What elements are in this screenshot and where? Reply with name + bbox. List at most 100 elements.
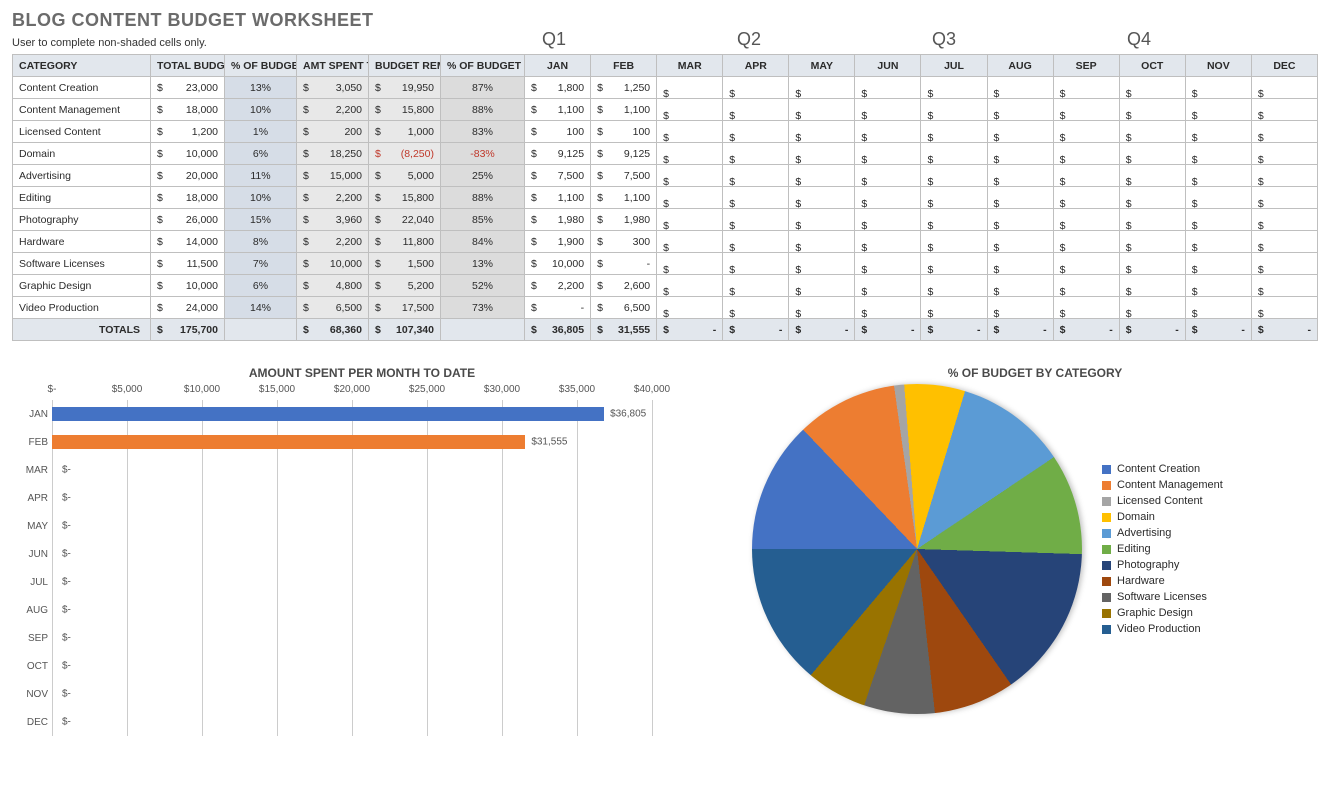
cell-month[interactable]: 100 — [525, 121, 591, 143]
cell-month[interactable] — [1185, 165, 1251, 187]
cell-month[interactable] — [789, 297, 855, 319]
cell-month[interactable]: 300 — [591, 231, 657, 253]
cell-month[interactable]: 1,100 — [591, 99, 657, 121]
cell-category[interactable]: Content Creation — [13, 77, 151, 99]
cell-month[interactable] — [723, 77, 789, 99]
cell-category[interactable]: Licensed Content — [13, 121, 151, 143]
cell-month[interactable] — [1053, 209, 1119, 231]
cell-month[interactable]: 6,500 — [591, 297, 657, 319]
cell-month[interactable] — [1251, 209, 1317, 231]
cell-month[interactable] — [723, 297, 789, 319]
cell-total[interactable]: 10,000 — [151, 143, 225, 165]
cell-month[interactable] — [987, 275, 1053, 297]
cell-month[interactable] — [1185, 209, 1251, 231]
cell-month[interactable] — [1119, 187, 1185, 209]
cell-month[interactable] — [855, 121, 921, 143]
cell-category[interactable]: Video Production — [13, 297, 151, 319]
cell-month[interactable]: 1,100 — [525, 187, 591, 209]
cell-total[interactable]: 18,000 — [151, 187, 225, 209]
cell-month[interactable] — [723, 187, 789, 209]
cell-month[interactable] — [855, 231, 921, 253]
cell-month[interactable]: 9,125 — [591, 143, 657, 165]
cell-category[interactable]: Software Licenses — [13, 253, 151, 275]
cell-month[interactable] — [657, 253, 723, 275]
cell-month[interactable] — [1185, 275, 1251, 297]
cell-total[interactable]: 20,000 — [151, 165, 225, 187]
cell-month[interactable] — [723, 209, 789, 231]
cell-month[interactable] — [1251, 143, 1317, 165]
cell-month[interactable] — [855, 275, 921, 297]
cell-month[interactable] — [723, 253, 789, 275]
cell-category[interactable]: Hardware — [13, 231, 151, 253]
cell-month[interactable] — [1119, 231, 1185, 253]
cell-month[interactable] — [1251, 297, 1317, 319]
cell-month[interactable] — [1053, 121, 1119, 143]
cell-month[interactable] — [657, 275, 723, 297]
cell-month[interactable] — [921, 253, 987, 275]
cell-month[interactable] — [1251, 99, 1317, 121]
cell-month[interactable] — [657, 165, 723, 187]
cell-month[interactable] — [1185, 99, 1251, 121]
cell-month[interactable] — [1053, 99, 1119, 121]
cell-month[interactable] — [855, 209, 921, 231]
cell-month[interactable] — [1185, 143, 1251, 165]
cell-month[interactable] — [723, 143, 789, 165]
cell-month[interactable] — [789, 253, 855, 275]
cell-month[interactable] — [921, 165, 987, 187]
cell-month[interactable] — [657, 121, 723, 143]
cell-month[interactable] — [921, 231, 987, 253]
cell-month[interactable] — [723, 275, 789, 297]
cell-month[interactable] — [1119, 121, 1185, 143]
cell-month[interactable] — [1251, 187, 1317, 209]
cell-month[interactable] — [657, 209, 723, 231]
cell-month[interactable] — [1251, 121, 1317, 143]
cell-month[interactable] — [921, 187, 987, 209]
cell-month[interactable] — [987, 231, 1053, 253]
cell-month[interactable]: 9,125 — [525, 143, 591, 165]
cell-month[interactable] — [1119, 99, 1185, 121]
cell-month[interactable] — [855, 165, 921, 187]
cell-month[interactable] — [921, 121, 987, 143]
cell-total[interactable]: 26,000 — [151, 209, 225, 231]
cell-month[interactable] — [657, 231, 723, 253]
cell-month[interactable]: 2,200 — [525, 275, 591, 297]
cell-month[interactable] — [1053, 165, 1119, 187]
cell-month[interactable] — [657, 143, 723, 165]
cell-month[interactable] — [855, 297, 921, 319]
cell-total[interactable]: 24,000 — [151, 297, 225, 319]
cell-month[interactable]: 1,980 — [525, 209, 591, 231]
cell-category[interactable]: Advertising — [13, 165, 151, 187]
cell-month[interactable] — [723, 231, 789, 253]
cell-month[interactable] — [789, 165, 855, 187]
cell-month[interactable] — [1185, 187, 1251, 209]
cell-month[interactable] — [987, 77, 1053, 99]
cell-month[interactable]: - — [591, 253, 657, 275]
cell-month[interactable] — [789, 77, 855, 99]
cell-month[interactable] — [1119, 209, 1185, 231]
cell-month[interactable] — [987, 165, 1053, 187]
cell-month[interactable] — [789, 275, 855, 297]
cell-month[interactable] — [921, 209, 987, 231]
cell-month[interactable] — [1119, 297, 1185, 319]
cell-category[interactable]: Photography — [13, 209, 151, 231]
cell-month[interactable] — [1251, 77, 1317, 99]
cell-category[interactable]: Editing — [13, 187, 151, 209]
cell-month[interactable] — [1185, 231, 1251, 253]
cell-month[interactable] — [1185, 77, 1251, 99]
cell-total[interactable]: 18,000 — [151, 99, 225, 121]
cell-month[interactable]: 2,600 — [591, 275, 657, 297]
cell-month[interactable] — [987, 253, 1053, 275]
cell-month[interactable] — [789, 209, 855, 231]
cell-month[interactable]: 1,100 — [525, 99, 591, 121]
cell-category[interactable]: Domain — [13, 143, 151, 165]
cell-category[interactable]: Content Management — [13, 99, 151, 121]
cell-month[interactable] — [657, 99, 723, 121]
cell-month[interactable]: - — [525, 297, 591, 319]
cell-month[interactable] — [1119, 275, 1185, 297]
cell-month[interactable]: 10,000 — [525, 253, 591, 275]
cell-month[interactable]: 1,900 — [525, 231, 591, 253]
cell-month[interactable] — [1053, 143, 1119, 165]
cell-month[interactable] — [1119, 165, 1185, 187]
cell-month[interactable]: 7,500 — [525, 165, 591, 187]
cell-month[interactable]: 100 — [591, 121, 657, 143]
